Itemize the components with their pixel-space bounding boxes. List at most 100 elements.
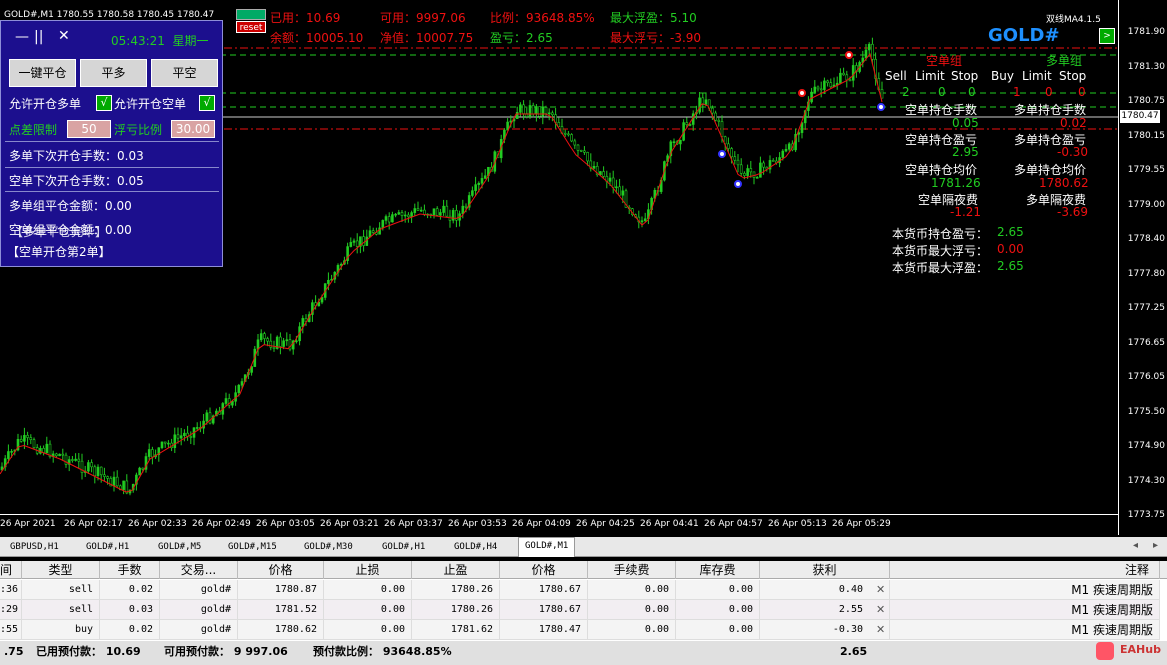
candle (71, 459, 74, 461)
scroll-right-icon[interactable]: ▸ (1153, 540, 1158, 551)
candle (602, 171, 605, 177)
table-row[interactable]: :36 sell 0.02 gold# 1780.87 0.00 1780.26 1780.6… (0, 580, 1160, 600)
candle (282, 340, 285, 347)
profit: 盈亏：2.65 (490, 31, 553, 45)
candle (403, 214, 407, 217)
table-header: 间类型 手数 交易... 价格 止损 止盈 价格 手续费 库存费 获利 注释 (0, 561, 1167, 579)
close-icon[interactable]: ✕ (58, 28, 70, 44)
time-tick: 26 Apr 04:57 (704, 519, 763, 529)
price-tick: 1779.55 (1127, 165, 1165, 175)
candle (480, 178, 484, 184)
tab-chart[interactable]: GOLD#,H1 (376, 539, 431, 555)
column-header[interactable]: 交易... (160, 561, 238, 579)
candle (483, 175, 487, 179)
candle (451, 210, 455, 221)
cur-max-loss-label: 本货币最大浮亏： (892, 244, 989, 258)
close-order-icon[interactable]: ✕ (876, 603, 885, 616)
reset-button[interactable]: reset (236, 21, 266, 33)
table-cell: 0.00 (324, 580, 412, 600)
tab-chart[interactable]: GBPUSD,H1 (4, 539, 65, 555)
column-header[interactable]: 止盈 (412, 561, 500, 579)
candle (112, 476, 116, 487)
candle (867, 43, 871, 51)
candle (813, 86, 817, 93)
spread-limit-label: 点差限制 (9, 123, 58, 137)
tab-chart[interactable]: GOLD#,M15 (222, 539, 283, 555)
scroll-left-icon[interactable]: ◂ (1133, 540, 1138, 551)
symbol-label: GOLD# (988, 25, 1060, 46)
column-header[interactable]: 类型 (22, 561, 100, 579)
column-header[interactable]: 价格 (500, 561, 588, 579)
close-all-button[interactable]: 一键平仓 (9, 59, 76, 87)
float-ratio-input[interactable]: 30.00 (171, 120, 215, 138)
column-header[interactable]: 手数 (100, 561, 160, 579)
tab-chart[interactable]: GOLD#,H1 (80, 539, 135, 555)
column-header[interactable]: 间 (0, 561, 22, 579)
candle (410, 212, 413, 218)
candle (611, 177, 615, 188)
candle (224, 398, 228, 404)
table-row[interactable]: :29 sell 0.03 gold# 1781.52 0.00 1780.26 1780.6… (0, 600, 1160, 620)
col-stop-2: Stop (1059, 69, 1087, 83)
candle (205, 412, 209, 422)
col-buy: Buy (991, 69, 1014, 83)
buy-count: 1 (1013, 85, 1021, 99)
candle (474, 184, 477, 191)
close-order-icon[interactable]: ✕ (876, 583, 885, 596)
table-row[interactable]: :55 buy 0.02 gold# 1780.62 0.00 1781.62 1780.47… (0, 620, 1160, 640)
candle (208, 412, 212, 424)
buy-stop-count: 0 (1078, 85, 1086, 99)
candle (829, 82, 833, 88)
price-chart[interactable]: GOLD#,M1 1780.55 1780.58 1780.45 1780.47… (0, 0, 1118, 535)
time-tick: 26 Apr 03:05 (256, 519, 315, 529)
expand-button[interactable]: > (1099, 28, 1115, 44)
column-header[interactable]: 注释 (890, 561, 1160, 579)
column-header[interactable]: 获利 (760, 561, 890, 579)
column-header[interactable]: 手续费 (588, 561, 676, 579)
tab-chart[interactable]: GOLD#,H4 (448, 539, 503, 555)
candle (176, 434, 180, 439)
close-short-button[interactable]: 平空 (151, 59, 218, 87)
allow-short-checkbox[interactable]: √ (199, 95, 215, 111)
long-group-label: 多单组 (1046, 54, 1083, 68)
close-order-icon[interactable]: ✕ (876, 623, 885, 636)
table-cell: 0.00 (588, 620, 676, 640)
footer-ratio: 预付款比例： 93648.85% (313, 645, 452, 658)
pause-icon[interactable]: || (34, 29, 43, 45)
table-cell: gold# (160, 620, 238, 640)
candle (339, 263, 343, 266)
column-header[interactable]: 价格 (238, 561, 324, 579)
tab-chart[interactable]: GOLD#,M1 (518, 537, 576, 557)
table-cell: :36 (0, 580, 22, 600)
candle (746, 168, 749, 176)
column-header[interactable]: 止损 (324, 561, 412, 579)
candle (727, 143, 730, 149)
col-limit-2: Limit (1022, 69, 1052, 83)
table-cell: gold# (160, 580, 238, 600)
table-cell: -0.30 (760, 620, 890, 640)
time-tick: 26 Apr 03:21 (320, 519, 379, 529)
candle (586, 152, 589, 162)
chart-icon-button[interactable] (236, 9, 266, 20)
column-header[interactable]: 库存费 (676, 561, 760, 579)
candle (371, 230, 375, 233)
candle (10, 451, 13, 453)
candle (39, 448, 42, 454)
close-long-button[interactable]: 平多 (80, 59, 147, 87)
spread-limit-input[interactable]: 50 (67, 120, 111, 138)
divider (5, 141, 219, 142)
price-tick: 1776.05 (1127, 372, 1165, 382)
candle (416, 208, 420, 211)
tab-chart[interactable]: GOLD#,M30 (298, 539, 359, 555)
candle (461, 205, 465, 215)
allow-long-checkbox[interactable]: √ (96, 95, 112, 111)
minimize-icon[interactable]: — (15, 29, 29, 45)
candle (413, 208, 417, 213)
tab-chart[interactable]: GOLD#,M5 (152, 539, 207, 555)
used-margin: 已用：10.69 (270, 11, 341, 25)
candle (717, 119, 721, 122)
candle (394, 213, 397, 216)
allow-short-label: 允许开仓空单 (114, 97, 187, 111)
candle (608, 177, 612, 182)
table-cell: 1780.87 (238, 580, 324, 600)
